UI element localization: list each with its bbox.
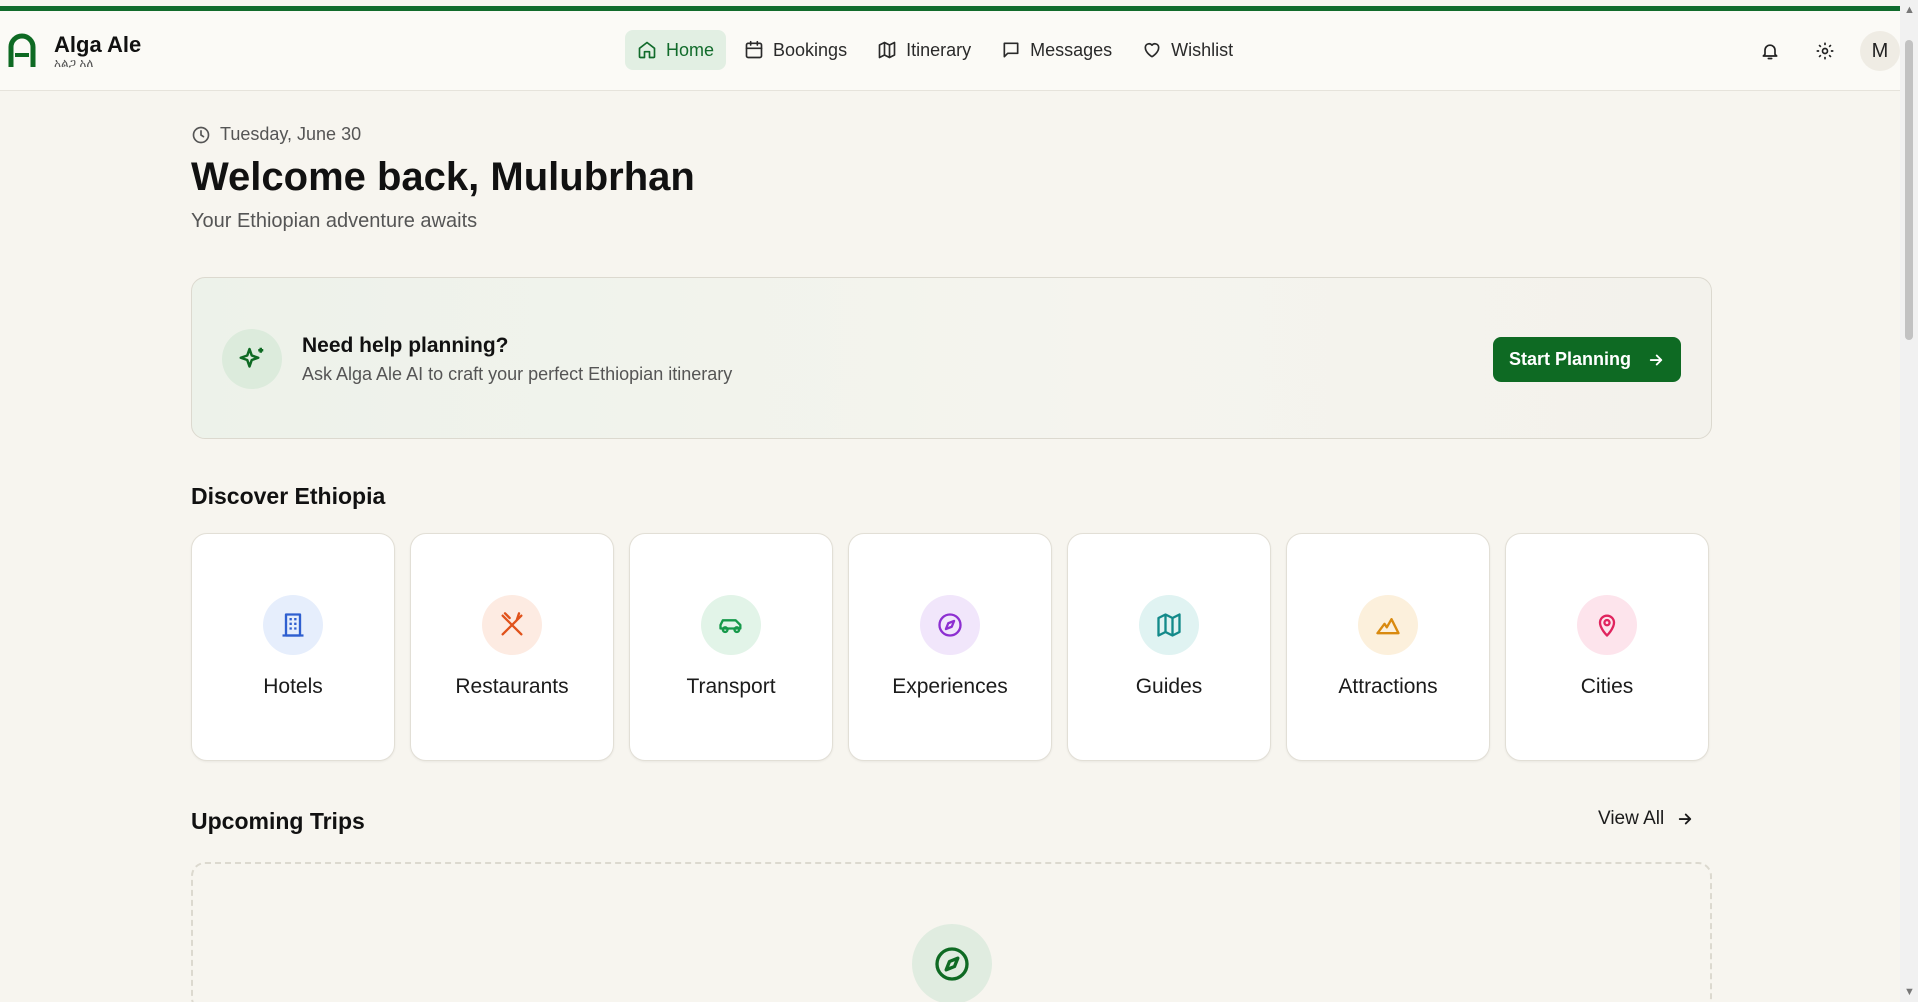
guides-icon-wrap <box>1139 595 1199 655</box>
calendar-icon <box>745 40 763 59</box>
brand-mark-icon <box>8 33 36 67</box>
page-scrollbar[interactable]: ▲ ▼ <box>1900 0 1918 1002</box>
home-icon <box>638 41 656 59</box>
scrollbar-thumb[interactable] <box>1905 40 1913 340</box>
category-label: Experiences <box>892 675 1008 698</box>
category-label: Attractions <box>1338 675 1438 698</box>
category-transport[interactable]: Transport <box>629 533 833 761</box>
nav-bookings[interactable]: Bookings <box>732 30 859 70</box>
scroll-up-arrow[interactable]: ▲ <box>1904 4 1915 16</box>
ai-planning-card: Need help planning? Ask Alga Ale AI to c… <box>191 277 1712 439</box>
building-icon <box>282 613 304 637</box>
category-experiences[interactable]: Experiences <box>848 533 1052 761</box>
category-label: Cities <box>1580 675 1634 698</box>
compass-icon <box>938 613 962 637</box>
mountain-icon <box>1376 618 1400 635</box>
help-subtitle: Ask Alga Ale AI to craft your perfect Et… <box>302 364 733 384</box>
empty-trips-icon-wrap <box>912 924 992 1002</box>
brand-subtitle: አልጋ አለ <box>54 56 94 70</box>
user-avatar[interactable]: M <box>1860 31 1900 71</box>
nav-itinerary-label: Itinerary <box>906 39 972 60</box>
compass-icon <box>935 947 969 981</box>
nav-messages-label: Messages <box>1030 39 1113 60</box>
navbar: Alga Ale አልጋ አለ Home Bookings Itinerary … <box>0 11 1900 91</box>
category-hotels[interactable]: Hotels <box>191 533 395 761</box>
arrow-right-icon <box>1649 354 1663 365</box>
bell-icon <box>1762 44 1778 60</box>
nav-bookings-label: Bookings <box>773 39 848 60</box>
car-icon <box>719 619 742 634</box>
nav-wishlist-label: Wishlist <box>1171 39 1234 60</box>
nav-home[interactable]: Home <box>625 30 727 70</box>
experiences-icon-wrap <box>920 595 980 655</box>
transport-icon-wrap <box>701 595 761 655</box>
clock-icon <box>192 126 210 143</box>
nav-home-label: Home <box>666 39 715 60</box>
sparkles-icon <box>239 347 264 368</box>
upcoming-trips-title: Upcoming Trips <box>191 808 365 834</box>
brand-name: Alga Ale <box>54 32 142 57</box>
nav-itinerary[interactable]: Itinerary <box>865 30 983 70</box>
heart-icon <box>1144 42 1160 58</box>
scroll-down-arrow[interactable]: ▼ <box>1904 986 1915 998</box>
restaurants-icon-wrap <box>482 595 542 655</box>
help-icon-wrap <box>222 329 282 389</box>
map-pin-icon <box>1598 614 1616 637</box>
settings-button[interactable] <box>1805 31 1845 71</box>
category-label: Transport <box>686 675 776 698</box>
gear-icon <box>1816 42 1834 60</box>
welcome-tagline: Your Ethiopian adventure awaits <box>191 210 478 232</box>
start-planning-button[interactable]: Start Planning <box>1493 337 1681 382</box>
attractions-icon-wrap <box>1358 595 1418 655</box>
category-cards: Hotels Restaurants Transport Experiences… <box>191 533 1709 761</box>
map-icon <box>1157 613 1181 637</box>
category-label: Hotels <box>263 675 323 698</box>
category-cities[interactable]: Cities <box>1505 533 1709 761</box>
view-all-trips-link[interactable]: View All <box>1598 808 1694 830</box>
utensils-icon <box>501 612 523 636</box>
nav-wishlist[interactable]: Wishlist <box>1130 30 1245 70</box>
map-icon <box>878 41 896 59</box>
notifications-button[interactable] <box>1750 31 1790 71</box>
view-all-label: View All <box>1598 808 1665 829</box>
category-attractions[interactable]: Attractions <box>1286 533 1490 761</box>
start-planning-label: Start Planning <box>1508 349 1631 369</box>
discover-title: Discover Ethiopia <box>191 483 386 509</box>
nav-actions: M <box>1750 31 1900 71</box>
category-guides[interactable]: Guides <box>1067 533 1271 761</box>
cities-icon-wrap <box>1577 595 1637 655</box>
arrow-right-icon <box>1679 813 1692 825</box>
category-restaurants[interactable]: Restaurants <box>410 533 614 761</box>
hotels-icon-wrap <box>263 595 323 655</box>
welcome-heading: Welcome back, Mulubrhan <box>191 155 695 199</box>
main-nav: Home Bookings Itinerary Messages Wishlis… <box>625 30 1245 70</box>
upcoming-trips-empty <box>191 862 1712 1002</box>
current-date-text: Tuesday, June 30 <box>220 124 362 144</box>
category-label: Guides <box>1135 675 1203 698</box>
help-title: Need help planning? <box>302 334 509 357</box>
nav-messages[interactable]: Messages <box>989 30 1124 70</box>
category-label: Restaurants <box>455 675 569 698</box>
message-icon <box>1003 42 1019 58</box>
current-date: Tuesday, June 30 <box>191 124 361 145</box>
brand-logo[interactable]: Alga Ale አልጋ አለ <box>8 33 141 69</box>
